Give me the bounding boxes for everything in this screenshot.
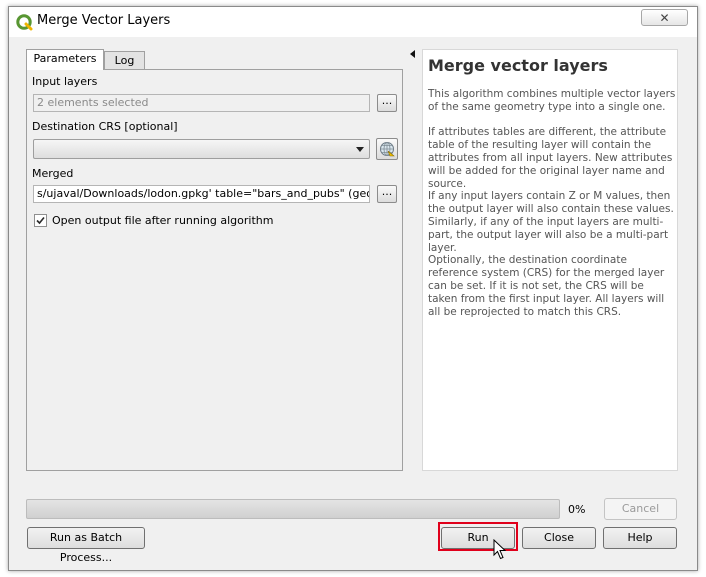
chevron-down-icon xyxy=(356,147,364,152)
globe-icon xyxy=(380,142,395,157)
window-close-button[interactable]: ✕ xyxy=(641,9,688,26)
destination-crs-label: Destination CRS [optional] xyxy=(32,120,178,133)
select-crs-button[interactable] xyxy=(376,138,398,160)
mouse-pointer-icon xyxy=(493,539,507,560)
tab-parameters[interactable]: Parameters xyxy=(26,49,104,70)
title-bar: Merge Vector Layers ✕ xyxy=(9,7,697,37)
help-paragraph: Optionally, the destination coordinate r… xyxy=(428,254,665,318)
checkmark-icon xyxy=(36,216,45,225)
cancel-button[interactable]: Cancel xyxy=(604,498,677,520)
help-button[interactable]: Help xyxy=(603,527,677,549)
input-layers-browse-button[interactable]: ... xyxy=(377,94,397,112)
tab-parameters-label: Parameters xyxy=(33,52,97,65)
parameters-panel: Input layers 2 elements selected ... Des… xyxy=(26,69,403,471)
tab-log-label: Log xyxy=(114,54,135,67)
open-output-label[interactable]: Open output file after running algorithm xyxy=(52,214,273,227)
progress-label: 0% xyxy=(568,503,586,516)
qgis-logo-icon xyxy=(16,14,33,31)
tab-log[interactable]: Log xyxy=(104,51,145,70)
input-layers-label: Input layers xyxy=(32,75,98,88)
help-pane: Merge vector layers This algorithm combi… xyxy=(422,49,678,471)
close-button[interactable]: Close xyxy=(522,527,596,549)
help-paragraph: This algorithm combines multiple vector … xyxy=(428,88,676,113)
merged-output-browse-button[interactable]: ... xyxy=(377,185,397,203)
window-title: Merge Vector Layers xyxy=(37,13,171,28)
input-layers-field[interactable]: 2 elements selected xyxy=(33,94,370,112)
help-title: Merge vector layers xyxy=(428,56,608,75)
merge-vector-layers-dialog: Merge Vector Layers ✕ Parameters Log Inp… xyxy=(8,6,698,571)
help-paragraph: If any input layers contain Z or M value… xyxy=(428,190,674,254)
merged-label: Merged xyxy=(32,167,74,180)
destination-crs-select[interactable] xyxy=(33,139,370,159)
collapse-arrow-icon[interactable] xyxy=(410,50,415,58)
help-paragraph: If attributes tables are different, the … xyxy=(428,126,673,190)
merged-output-field[interactable]: s/ujaval/Downloads/lodon.gpkg' table="ba… xyxy=(33,185,370,203)
close-icon: ✕ xyxy=(659,11,670,25)
open-output-checkbox[interactable] xyxy=(34,214,47,227)
run-as-batch-process-button[interactable]: Run as Batch Process... xyxy=(27,527,145,564)
progress-bar xyxy=(26,499,560,519)
